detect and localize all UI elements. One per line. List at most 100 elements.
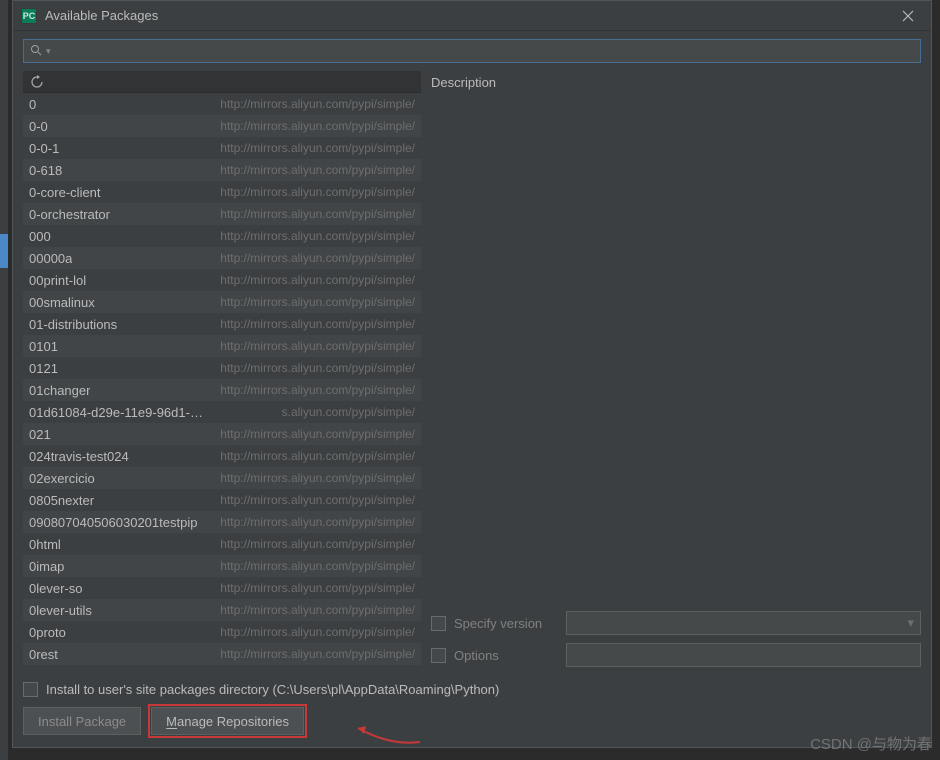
pycharm-icon: PC: [21, 8, 37, 24]
refresh-icon[interactable]: [29, 74, 45, 90]
search-row: ▾: [13, 31, 931, 71]
package-name: 01d61084-d29e-11e9-96d1-7c5cf84ffe8e: [29, 405, 209, 420]
install-dir-label: Install to user's site packages director…: [46, 682, 499, 697]
package-name: 0-orchestrator: [29, 207, 110, 222]
package-name: 00print-lol: [29, 273, 86, 288]
package-source: http://mirrors.aliyun.com/pypi/simple/: [220, 97, 415, 111]
manage-repositories-button[interactable]: Manage Repositories: [151, 707, 304, 735]
package-name: 090807040506030201testpip: [29, 515, 197, 530]
package-name: 0101: [29, 339, 58, 354]
package-row[interactable]: 0805nexter http://mirrors.aliyun.com/pypi…: [23, 489, 421, 511]
package-row[interactable]: 0-0-1 http://mirrors.aliyun.com/pypi/simp…: [23, 137, 421, 159]
package-source: s.aliyun.com/pypi/simple/: [282, 405, 415, 419]
options-area: Specify version ▾ Options: [431, 599, 921, 671]
package-name: 00000a: [29, 251, 72, 266]
search-icon: [30, 44, 42, 59]
package-row[interactable]: 090807040506030201testpip http://mirrors.…: [23, 511, 421, 533]
left-gutter: [0, 0, 8, 760]
package-row[interactable]: 00print-lol http://mirrors.aliyun.com/pyp…: [23, 269, 421, 291]
package-row[interactable]: 0121http://mirrors.aliyun.com/pypi/simpl…: [23, 357, 421, 379]
specify-version-label: Specify version: [454, 616, 558, 631]
package-name: 0805nexter: [29, 493, 94, 508]
dialog-title: Available Packages: [45, 8, 885, 23]
package-source: http://mirrors.aliyun.com/pypi/simple/: [220, 559, 415, 573]
close-button[interactable]: [893, 1, 923, 31]
package-name: 0lever-so: [29, 581, 82, 596]
package-name: 0121: [29, 361, 58, 376]
package-row[interactable]: 0-618http://mirrors.aliyun.com/pypi/simp…: [23, 159, 421, 181]
package-row[interactable]: 0lever-utilshttp://mirrors.aliyun.com/py…: [23, 599, 421, 621]
package-row[interactable]: 0 http://mirrors.aliyun.com/pypi/simple/: [23, 93, 421, 115]
content-area: 0 http://mirrors.aliyun.com/pypi/simple/0…: [13, 71, 931, 679]
package-row[interactable]: 0-orchestrator http://mirrors.aliyun.com/…: [23, 203, 421, 225]
package-source: http://mirrors.aliyun.com/pypi/simple/: [220, 317, 415, 331]
options-checkbox[interactable]: [431, 648, 446, 663]
package-row[interactable]: 01-distributions http://mirrors.aliyun.co…: [23, 313, 421, 335]
version-dropdown[interactable]: ▾: [566, 611, 921, 635]
package-row[interactable]: 024travis-test024 http://mirrors.aliyun.c…: [23, 445, 421, 467]
package-source: http://mirrors.aliyun.com/pypi/simple/: [220, 427, 415, 441]
options-input[interactable]: [566, 643, 921, 667]
left-gutter-accent: [0, 234, 8, 268]
titlebar: PC Available Packages: [13, 1, 931, 31]
package-source: http://mirrors.aliyun.com/pypi/simple/: [220, 273, 415, 287]
package-source: http://mirrors.aliyun.com/pypi/simple/: [220, 449, 415, 463]
package-source: http://mirrors.aliyun.com/pypi/simple/: [220, 471, 415, 485]
package-row[interactable]: 01d61084-d29e-11e9-96d1-7c5cf84ffe8e s.al…: [23, 401, 421, 423]
package-row[interactable]: 01changerhttp://mirrors.aliyun.com/pypi/…: [23, 379, 421, 401]
refresh-bar: [23, 71, 421, 93]
package-name: 0rest: [29, 647, 58, 662]
manage-mnemonic: M: [166, 714, 177, 729]
button-row: Install Package Manage Repositories: [23, 707, 921, 735]
package-list[interactable]: 0 http://mirrors.aliyun.com/pypi/simple/0…: [23, 93, 421, 671]
package-source: http://mirrors.aliyun.com/pypi/simple/: [220, 185, 415, 199]
package-source: http://mirrors.aliyun.com/pypi/simple/: [220, 207, 415, 221]
package-row[interactable]: 0protohttp://mirrors.aliyun.com/pypi/sim…: [23, 621, 421, 643]
package-source: http://mirrors.aliyun.com/pypi/simple/: [220, 603, 415, 617]
package-row[interactable]: 0lever-so http://mirrors.aliyun.com/pypi/…: [23, 577, 421, 599]
package-name: 01-distributions: [29, 317, 117, 332]
description-panel: Description Specify version ▾ Options: [431, 71, 921, 671]
package-name: 0-0-1: [29, 141, 59, 156]
package-source: http://mirrors.aliyun.com/pypi/simple/: [220, 581, 415, 595]
package-name: 000: [29, 229, 51, 244]
package-name: 024travis-test024: [29, 449, 129, 464]
search-caret-icon: ▾: [46, 46, 51, 57]
package-source: http://mirrors.aliyun.com/pypi/simple/: [220, 625, 415, 639]
specify-version-checkbox[interactable]: [431, 616, 446, 631]
package-row[interactable]: 0htmlhttp://mirrors.aliyun.com/pypi/simp…: [23, 533, 421, 555]
package-row[interactable]: 0-0 http://mirrors.aliyun.com/pypi/simple…: [23, 115, 421, 137]
available-packages-dialog: PC Available Packages ▾ 0 http://mirrors.…: [12, 0, 932, 748]
package-row[interactable]: 02exerciciohttp://mirrors.aliyun.com/pyp…: [23, 467, 421, 489]
install-package-button[interactable]: Install Package: [23, 707, 141, 735]
package-name: 0imap: [29, 559, 64, 574]
package-source: http://mirrors.aliyun.com/pypi/simple/: [220, 163, 415, 177]
package-row[interactable]: 0-core-client http://mirrors.aliyun.com/p…: [23, 181, 421, 203]
package-source: http://mirrors.aliyun.com/pypi/simple/: [220, 339, 415, 353]
package-name: 0html: [29, 537, 61, 552]
package-row[interactable]: 00000a http://mirrors.aliyun.com/pypi/sim…: [23, 247, 421, 269]
search-input[interactable]: [55, 44, 914, 59]
package-source: http://mirrors.aliyun.com/pypi/simple/: [220, 119, 415, 133]
package-row[interactable]: 0imap http://mirrors.aliyun.com/pypi/simp…: [23, 555, 421, 577]
package-row[interactable]: 021http://mirrors.aliyun.com/pypi/simple…: [23, 423, 421, 445]
package-source: http://mirrors.aliyun.com/pypi/simple/: [220, 141, 415, 155]
package-source: http://mirrors.aliyun.com/pypi/simple/: [220, 229, 415, 243]
install-dir-checkbox[interactable]: [23, 682, 38, 697]
description-label: Description: [431, 71, 921, 93]
package-source: http://mirrors.aliyun.com/pypi/simple/: [220, 515, 415, 529]
package-source: http://mirrors.aliyun.com/pypi/simple/: [220, 251, 415, 265]
package-source: http://mirrors.aliyun.com/pypi/simple/: [220, 383, 415, 397]
package-name: 0: [29, 97, 36, 112]
install-dir-row: Install to user's site packages director…: [23, 685, 921, 707]
package-name: 0-0: [29, 119, 48, 134]
options-row: Options: [431, 639, 921, 671]
package-row[interactable]: 0101 http://mirrors.aliyun.com/pypi/simpl…: [23, 335, 421, 357]
package-row[interactable]: 0resthttp://mirrors.aliyun.com/pypi/simp…: [23, 643, 421, 665]
package-row[interactable]: 000 http://mirrors.aliyun.com/pypi/simple…: [23, 225, 421, 247]
package-name: 0-core-client: [29, 185, 101, 200]
bottom-area: Install to user's site packages director…: [13, 679, 931, 747]
search-input-wrap[interactable]: ▾: [23, 39, 921, 63]
package-source: http://mirrors.aliyun.com/pypi/simple/: [220, 493, 415, 507]
package-row[interactable]: 00smalinuxhttp://mirrors.aliyun.com/pypi…: [23, 291, 421, 313]
